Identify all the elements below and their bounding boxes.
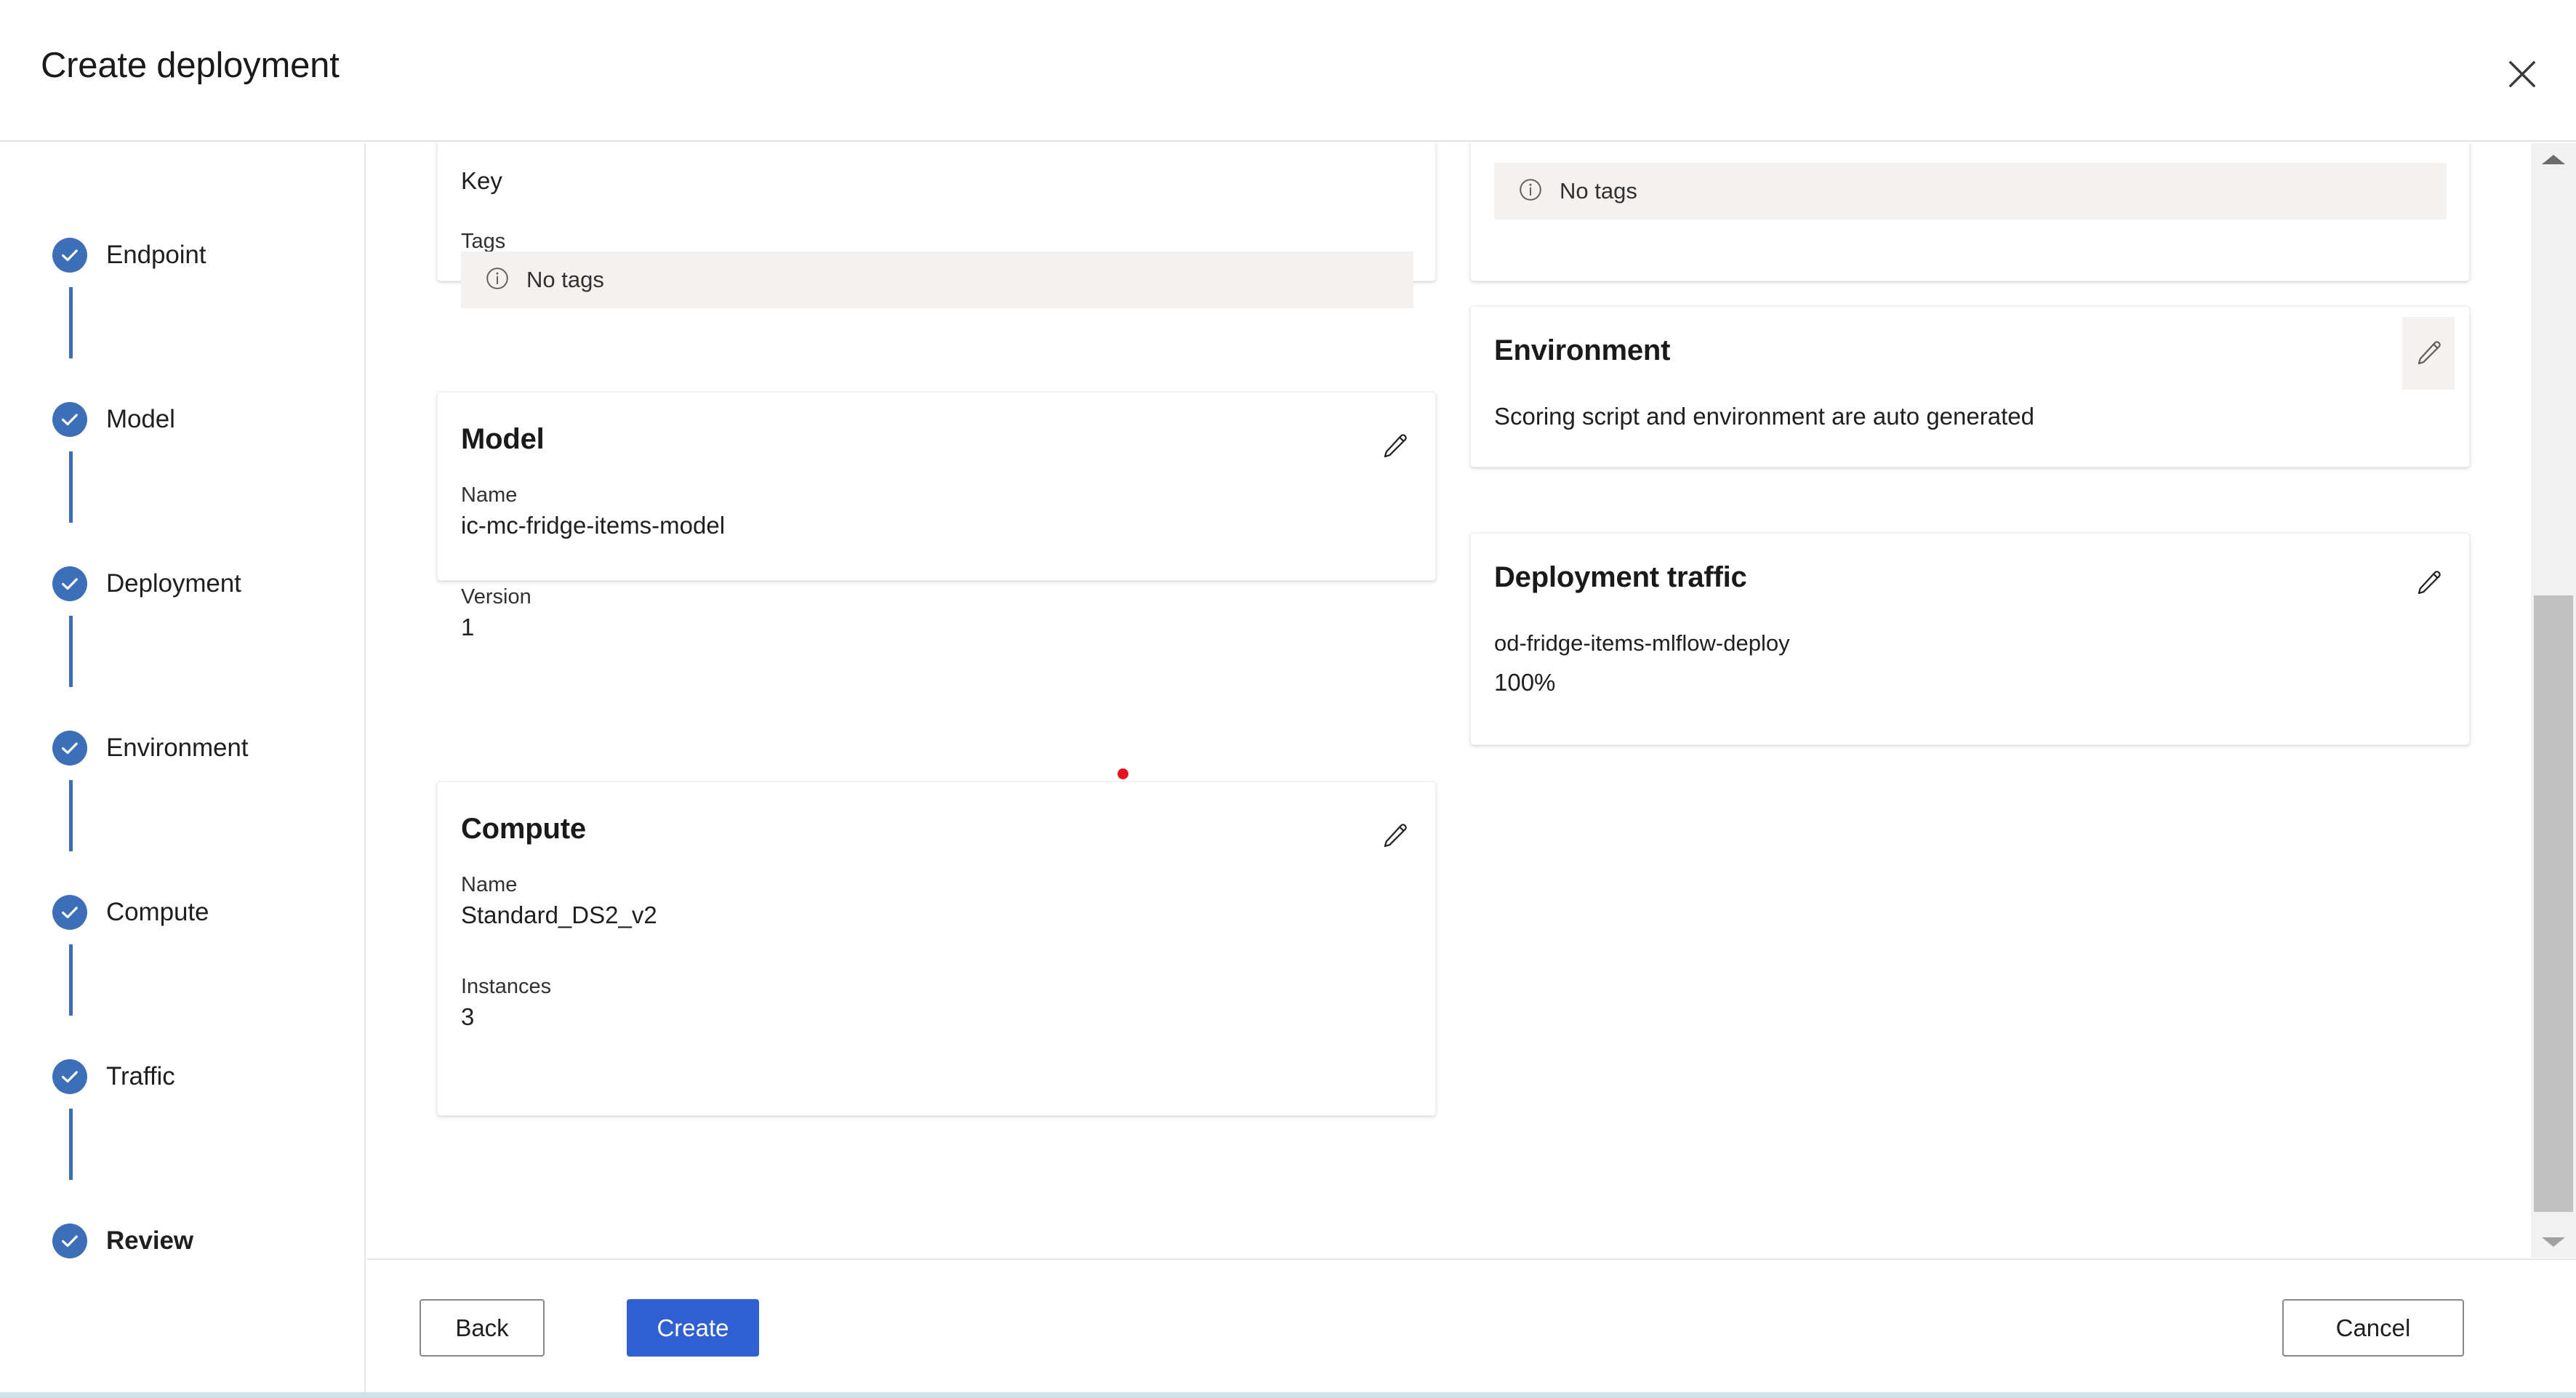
wizard-step-label: Traffic xyxy=(106,1062,175,1090)
wizard-step-label: Endpoint xyxy=(106,241,206,269)
wizard-step-label: Review xyxy=(106,1226,194,1255)
wizard-connector xyxy=(69,780,73,851)
chevron-up-icon xyxy=(2542,154,2565,164)
model-card-title: Model xyxy=(461,423,545,455)
wizard-connector xyxy=(69,616,73,687)
compute-edit-button[interactable] xyxy=(1368,810,1421,862)
traffic-edit-button[interactable] xyxy=(2402,557,2455,609)
review-content-scroll-region[interactable]: Key Tags No tags Model Name ic-mc-fridge… xyxy=(367,143,2546,1258)
deployment-no-tags-box: No tags xyxy=(1494,163,2447,220)
endpoint-summary-card: Key Tags No tags xyxy=(437,143,1436,308)
cancel-button[interactable]: Cancel xyxy=(2282,1299,2464,1357)
wizard-step-traffic[interactable]: Traffic xyxy=(52,1059,175,1094)
check-circle-icon xyxy=(52,402,87,437)
close-button[interactable] xyxy=(2496,52,2548,96)
wizard-step-endpoint[interactable]: Endpoint xyxy=(52,238,206,273)
model-name-value: ic-mc-fridge-items-model xyxy=(461,512,726,539)
scrollbar-thumb[interactable] xyxy=(2534,595,2573,1212)
model-summary-card: Model Name ic-mc-fridge-items-model Vers… xyxy=(437,392,1436,640)
wizard-connector xyxy=(69,1109,73,1180)
model-edit-button[interactable] xyxy=(1368,420,1421,473)
environment-edit-button[interactable] xyxy=(2402,317,2455,390)
pencil-icon xyxy=(2413,568,2444,598)
endpoint-key-label: Key xyxy=(461,167,502,194)
endpoint-no-tags-text: No tags xyxy=(526,267,604,292)
traffic-percent-value: 100% xyxy=(1494,669,1556,696)
panel-footer: Back Create Cancel xyxy=(367,1258,2576,1398)
compute-name-value: Standard_DS2_v2 xyxy=(461,901,657,928)
create-deployment-panel: Create deployment Endpoint Model Deploym… xyxy=(0,0,2576,1398)
pencil-icon xyxy=(1379,821,1410,851)
wizard-step-label: Compute xyxy=(106,898,209,926)
traffic-card-title: Deployment traffic xyxy=(1494,561,1747,593)
traffic-deployment-name: od-fridge-items-mlflow-deploy xyxy=(1494,630,1790,656)
environment-card-title: Environment xyxy=(1494,334,1671,366)
page-title: Create deployment xyxy=(41,46,340,85)
environment-description: Scoring script and environment are auto … xyxy=(1494,403,2034,430)
create-button[interactable]: Create xyxy=(627,1299,759,1357)
scrollbar-down-button[interactable] xyxy=(2531,1226,2576,1258)
bottom-accent-strip xyxy=(0,1392,2576,1398)
environment-summary-card: Environment Scoring script and environme… xyxy=(1470,306,2470,467)
model-name-label: Name xyxy=(461,483,518,507)
check-circle-icon xyxy=(52,1059,87,1094)
wizard-step-model[interactable]: Model xyxy=(52,402,175,437)
compute-summary-card: Compute Name Standard_DS2_v2 Instances 3 xyxy=(437,782,1436,1116)
close-icon xyxy=(2506,58,2538,90)
endpoint-tags-label: Tags xyxy=(461,230,506,253)
check-circle-icon xyxy=(52,895,87,930)
deployment-traffic-card: Deployment traffic od-fridge-items-mlflo… xyxy=(1470,533,2470,745)
back-button[interactable]: Back xyxy=(420,1299,545,1357)
review-cards-container: Key Tags No tags Model Name ic-mc-fridge… xyxy=(367,143,2546,1258)
check-circle-icon xyxy=(52,731,87,766)
content-scrollbar[interactable] xyxy=(2531,143,2576,1258)
check-circle-icon xyxy=(52,238,87,273)
check-circle-icon xyxy=(52,566,87,601)
compute-instances-label: Instances xyxy=(461,975,552,998)
info-circle-icon xyxy=(1517,177,1544,206)
wizard-step-label: Environment xyxy=(106,734,249,762)
wizard-step-deployment[interactable]: Deployment xyxy=(52,566,241,601)
wizard-connector xyxy=(69,451,73,523)
panel-header: Create deployment xyxy=(0,0,2576,142)
deployment-no-tags-text: No tags xyxy=(1560,178,1637,204)
check-circle-icon xyxy=(52,1224,87,1258)
wizard-connector xyxy=(69,287,73,358)
wizard-step-environment[interactable]: Environment xyxy=(52,731,248,766)
cursor-marker xyxy=(1118,768,1128,779)
endpoint-no-tags-box: No tags xyxy=(461,252,1413,308)
compute-name-label: Name xyxy=(461,873,518,896)
deployment-summary-card: No tags xyxy=(1470,143,2470,281)
scrollbar-up-button[interactable] xyxy=(2531,143,2576,175)
wizard-step-review[interactable]: Review xyxy=(52,1224,193,1258)
model-version-value: 1 xyxy=(461,614,475,640)
compute-card-title: Compute xyxy=(461,813,586,845)
wizard-connector xyxy=(69,944,73,1016)
info-circle-icon xyxy=(484,265,510,295)
wizard-step-compute[interactable]: Compute xyxy=(52,895,209,930)
model-version-label: Version xyxy=(461,585,531,608)
chevron-down-icon xyxy=(2542,1237,2565,1247)
wizard-step-label: Model xyxy=(106,405,175,433)
pencil-icon xyxy=(2413,338,2444,369)
wizard-step-rail: Endpoint Model Deployment Environment Co… xyxy=(0,143,366,1392)
compute-instances-value: 3 xyxy=(461,1003,475,1030)
pencil-icon xyxy=(1379,431,1410,462)
wizard-step-label: Deployment xyxy=(106,569,241,598)
